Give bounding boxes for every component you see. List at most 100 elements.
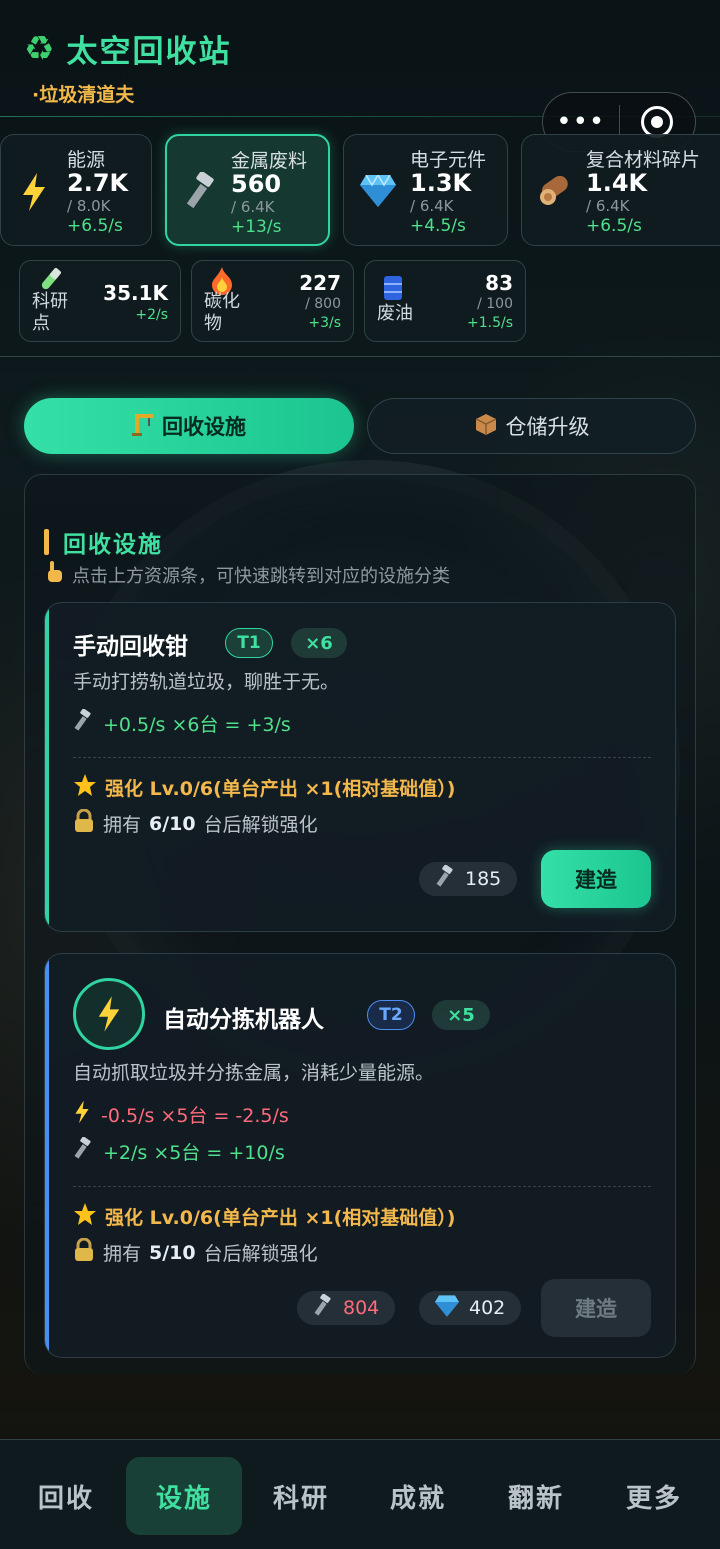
output-text: +0.5/s ×6台 = +3/s bbox=[103, 714, 291, 736]
nav-facilities[interactable]: 设施 bbox=[126, 1457, 242, 1535]
resource-capacity: / 100 bbox=[477, 296, 513, 312]
box-icon bbox=[474, 412, 498, 441]
wood-log-icon bbox=[538, 171, 574, 213]
resource-rate: +4.5/s bbox=[410, 216, 466, 236]
resource-card-electronics[interactable]: 电子元件 1.3K / 6.4K +4.5/s bbox=[343, 134, 508, 246]
tier-badge: T2 bbox=[367, 1000, 415, 1030]
owned-count-badge: ×6 bbox=[291, 628, 347, 658]
recycle-icon: ♻ bbox=[24, 28, 55, 69]
output-text: +2/s ×5台 = +10/s bbox=[103, 1142, 285, 1164]
resource-capacity: / 8.0K bbox=[67, 197, 111, 215]
facility-card-sorting-robot: 自动分拣机器人 T2 ×5 自动抓取垃圾并分拣金属，消耗少量能源。 -0.5/s… bbox=[44, 953, 676, 1358]
card-divider bbox=[73, 757, 651, 758]
resource-value: 1.4K bbox=[586, 169, 648, 197]
resource-name: 金属废料 bbox=[231, 150, 308, 172]
lock-icon bbox=[73, 808, 95, 838]
facility-name: 自动分拣机器人 bbox=[163, 1007, 324, 1033]
tab-label: 回收设施 bbox=[162, 415, 246, 439]
section-title: 回收设施 bbox=[44, 525, 163, 559]
resource-rate: +6.5/s bbox=[586, 216, 642, 236]
resource-value: 1.3K bbox=[410, 169, 472, 197]
cost-amount: 185 bbox=[465, 868, 502, 890]
resource-capacity: / 6.4K bbox=[586, 197, 630, 215]
resource-rate: +1.5/s bbox=[466, 315, 513, 331]
section-hint: 点击上方资源条，可快速跳转到对应的设施分类 bbox=[44, 561, 450, 588]
tab-label: 仓储升级 bbox=[505, 415, 590, 439]
bolt-screw-icon bbox=[73, 708, 93, 738]
nav-achievements[interactable]: 成就 bbox=[360, 1457, 476, 1535]
resource-name: 碳化物 bbox=[204, 291, 240, 334]
resource-card-energy[interactable]: 能源 2.7K / 8.0K +6.5/s bbox=[0, 134, 152, 246]
resource-card-composite[interactable]: 复合材料碎片 1.4K / 6.4K +6.5/s bbox=[521, 134, 720, 246]
section-title-text: 回收设施 bbox=[63, 532, 163, 558]
hint-text: 点击上方资源条，可快速跳转到对应的设施分类 bbox=[72, 565, 450, 587]
output-line: +0.5/s ×6台 = +3/s bbox=[73, 708, 291, 738]
resource-rate: +3/s bbox=[308, 315, 341, 331]
bolt-screw-icon bbox=[73, 1136, 93, 1166]
lock-progress: 6/10 bbox=[149, 812, 196, 835]
enhance-level: 强化 Lv.0/6(单台产出 ×1(相对基础值）) bbox=[73, 1202, 455, 1231]
gem-icon bbox=[360, 173, 396, 213]
resource-card-oil[interactable]: 废油 83 / 100 +1.5/s bbox=[364, 260, 526, 342]
cost-amount: 804 bbox=[343, 1297, 380, 1319]
resource-value: 83 bbox=[485, 271, 513, 295]
enhance-lock-hint: 拥有 6/10 台后解锁强化 bbox=[73, 808, 318, 838]
pointing-hand-icon bbox=[44, 561, 64, 588]
tab-recycle-facilities[interactable]: 回收设施 bbox=[24, 398, 354, 454]
card-accent bbox=[45, 603, 49, 931]
consumption-line: -0.5/s ×5台 = -2.5/s bbox=[73, 1100, 289, 1129]
facility-card-manual-claw: 手动回收钳 T1 ×6 手动打捞轨道垃圾，聊胜于无。 +0.5/s ×6台 = … bbox=[44, 602, 676, 932]
cost-amount: 402 bbox=[469, 1297, 506, 1319]
cost-metal: 185 bbox=[419, 862, 518, 896]
app-title: 太空回收站 bbox=[66, 34, 232, 70]
lock-suffix: 台后解锁强化 bbox=[203, 1243, 318, 1265]
nav-recycle[interactable]: 回收 bbox=[8, 1457, 124, 1535]
bottom-nav: 回收 设施 科研 成就 翻新 更多 bbox=[0, 1439, 720, 1549]
facility-description: 手动打捞轨道垃圾，聊胜于无。 bbox=[73, 671, 340, 693]
resource-divider bbox=[0, 356, 720, 357]
lightning-icon bbox=[19, 173, 49, 217]
enhance-text: 强化 Lv.0/6(单台产出 ×1(相对基础值）) bbox=[105, 778, 456, 800]
enhance-lock-hint: 拥有 5/10 台后解锁强化 bbox=[73, 1237, 318, 1267]
resource-value: 2.7K bbox=[67, 169, 129, 197]
resource-card-metal[interactable]: 金属废料 560 / 6.4K +13/s bbox=[165, 134, 330, 246]
cost-metal: 804 bbox=[297, 1291, 396, 1325]
lightning-icon bbox=[98, 996, 120, 1032]
output-line: +2/s ×5台 = +10/s bbox=[73, 1136, 285, 1166]
build-button[interactable]: 建造 bbox=[541, 850, 651, 908]
resource-rate: +6.5/s bbox=[67, 216, 123, 236]
lock-suffix: 台后解锁强化 bbox=[203, 814, 318, 836]
section-accent-bar bbox=[44, 529, 49, 555]
nav-more[interactable]: 更多 bbox=[596, 1457, 712, 1535]
facility-description: 自动抓取垃圾并分拣金属，消耗少量能源。 bbox=[73, 1062, 435, 1084]
bolt-screw-icon bbox=[185, 171, 217, 218]
tab-storage-upgrade[interactable]: 仓储升级 bbox=[367, 398, 696, 454]
nav-renovate[interactable]: 翻新 bbox=[478, 1457, 594, 1535]
resource-card-research[interactable]: 科研点 35.1K +2/s bbox=[19, 260, 181, 342]
consumption-text: -0.5/s ×5台 = -2.5/s bbox=[101, 1105, 289, 1127]
resource-value: 560 bbox=[231, 170, 282, 198]
resource-name: 废油 bbox=[377, 303, 413, 324]
resource-name: 能源 bbox=[67, 149, 106, 171]
resource-value: 35.1K bbox=[103, 281, 168, 305]
star-icon bbox=[73, 1202, 97, 1231]
lightning-icon bbox=[73, 1100, 91, 1129]
resource-name: 复合材料碎片 bbox=[586, 149, 701, 171]
lock-icon bbox=[73, 1237, 95, 1267]
resource-value: 227 bbox=[299, 271, 341, 295]
lock-prefix: 拥有 bbox=[103, 814, 142, 836]
resource-rate: +2/s bbox=[135, 307, 168, 323]
bolt-screw-icon bbox=[435, 863, 455, 894]
tier-badge: T1 bbox=[225, 628, 273, 658]
card-divider bbox=[73, 1186, 651, 1187]
enhance-text: 强化 Lv.0/6(单台产出 ×1(相对基础值）) bbox=[105, 1207, 456, 1229]
resource-rate: +13/s bbox=[231, 217, 282, 237]
build-button-disabled[interactable]: 建造 bbox=[541, 1279, 651, 1337]
resource-card-carbide[interactable]: 碳化物 227 / 800 +3/s bbox=[191, 260, 354, 342]
card-accent bbox=[45, 954, 49, 1357]
resource-capacity: / 6.4K bbox=[231, 198, 275, 216]
facility-name: 手动回收钳 bbox=[73, 634, 188, 660]
gem-icon bbox=[435, 1294, 459, 1322]
enhance-level: 强化 Lv.0/6(单台产出 ×1(相对基础值）) bbox=[73, 773, 455, 802]
nav-research[interactable]: 科研 bbox=[243, 1457, 359, 1535]
